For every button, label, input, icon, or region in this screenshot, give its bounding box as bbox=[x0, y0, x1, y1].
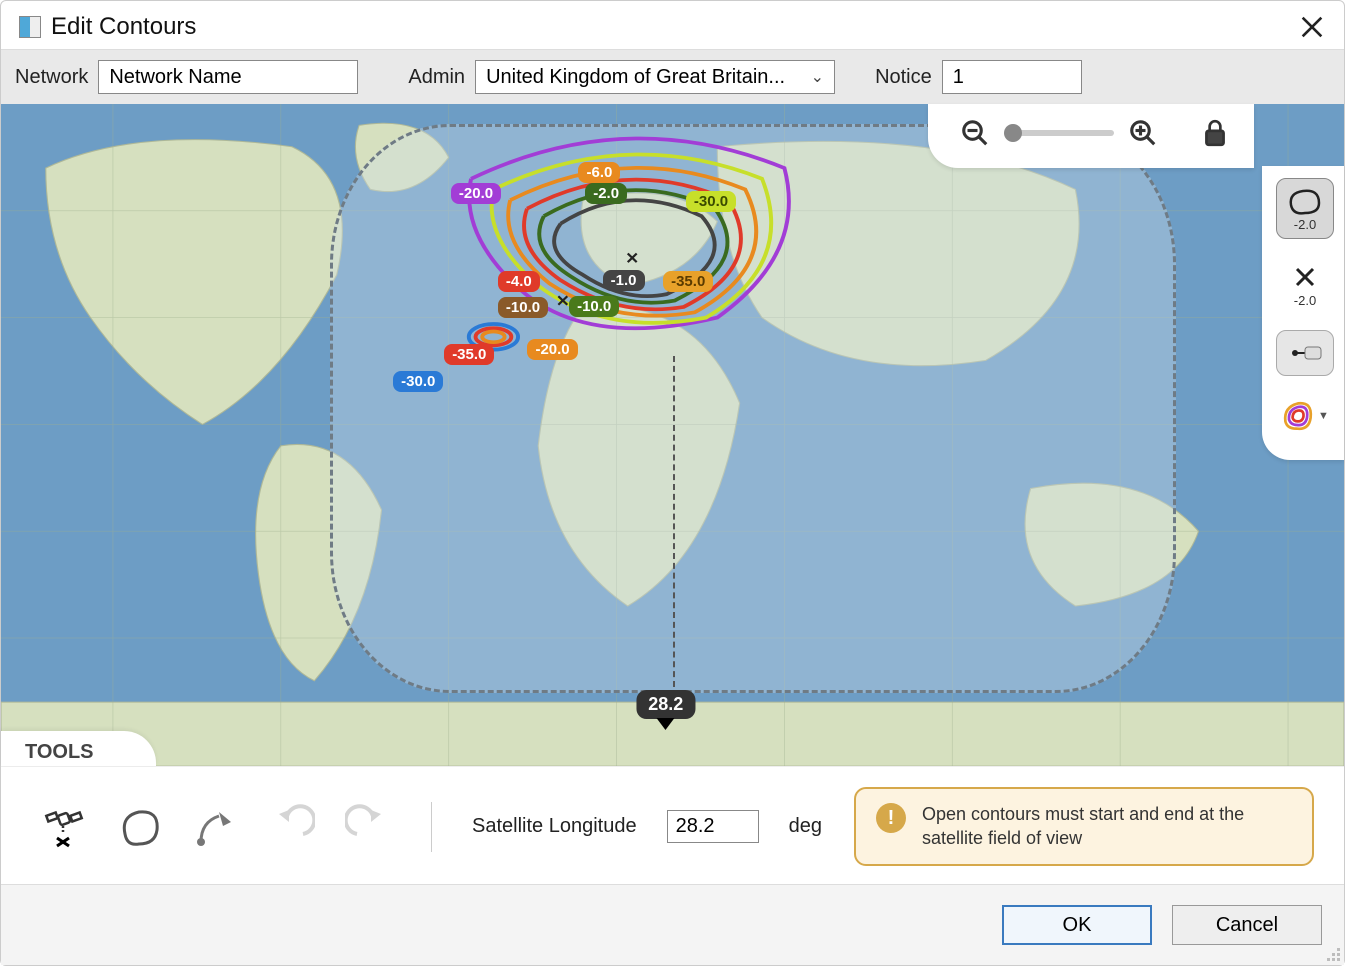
cancel-button[interactable]: Cancel bbox=[1172, 905, 1322, 945]
edit-point-tool-button[interactable] bbox=[193, 804, 239, 850]
map-area[interactable]: -20.0-6.0-2.0-30.0-4.0-1.0-35.0-10.0-10.… bbox=[1, 104, 1344, 766]
chevron-down-icon: ⌄ bbox=[811, 67, 824, 87]
contour-label[interactable]: -6.0 bbox=[578, 162, 620, 183]
label-toggle-button[interactable] bbox=[1276, 330, 1334, 376]
contour-curves bbox=[1, 104, 1344, 766]
dropdown-triangle-icon: ▼ bbox=[1318, 410, 1329, 422]
satellite-tool-button[interactable] bbox=[41, 804, 87, 850]
zoom-out-icon[interactable] bbox=[960, 118, 990, 148]
contour-label[interactable]: -35.0 bbox=[444, 344, 494, 365]
dialog-footer: OK Cancel bbox=[1, 884, 1344, 965]
resize-grip-icon[interactable] bbox=[1324, 945, 1340, 961]
close-icon[interactable] bbox=[1298, 13, 1326, 41]
warning-banner: ! Open contours must start and end at th… bbox=[854, 787, 1314, 866]
marker-triangle-icon bbox=[657, 718, 675, 730]
network-label: Network bbox=[15, 66, 88, 89]
notice-input[interactable] bbox=[942, 60, 1082, 94]
cross-point-button[interactable]: -2.0 bbox=[1276, 255, 1334, 314]
redo-button[interactable] bbox=[345, 804, 391, 850]
contour-style-button[interactable]: ▼ bbox=[1276, 392, 1334, 440]
network-input[interactable] bbox=[98, 60, 358, 94]
zoom-panel bbox=[928, 104, 1254, 168]
tools-panel-title: TOOLS bbox=[1, 731, 156, 766]
header-fields: Network Admin United Kingdom of Great Br… bbox=[1, 49, 1344, 104]
undo-button[interactable] bbox=[269, 804, 315, 850]
window-title: Edit Contours bbox=[51, 13, 1298, 41]
zoom-in-icon[interactable] bbox=[1128, 118, 1158, 148]
notice-label: Notice bbox=[875, 66, 932, 89]
satellite-longitude-input[interactable] bbox=[667, 810, 759, 843]
satellite-longitude-value: 28.2 bbox=[636, 690, 695, 719]
contour-label[interactable]: -35.0 bbox=[663, 271, 713, 292]
contour-label[interactable]: -30.0 bbox=[393, 371, 443, 392]
tools-panel: Satellite Longitude deg ! Open contours … bbox=[1, 766, 1344, 884]
zoom-slider[interactable] bbox=[1004, 130, 1114, 136]
draw-contour-tool-button[interactable] bbox=[117, 804, 163, 850]
longitude-unit: deg bbox=[789, 815, 822, 838]
separator bbox=[431, 802, 432, 852]
ok-button[interactable]: OK bbox=[1002, 905, 1152, 945]
contour-label[interactable]: -30.0 bbox=[686, 191, 736, 212]
contour-label[interactable]: -2.0 bbox=[585, 183, 627, 204]
contour-label[interactable]: -4.0 bbox=[498, 271, 540, 292]
lock-icon[interactable] bbox=[1202, 118, 1228, 148]
admin-select[interactable]: United Kingdom of Great Britain... ⌄ bbox=[475, 60, 835, 94]
side-tools: -2.0 -2.0 ▼ bbox=[1262, 166, 1344, 460]
warning-message: Open contours must start and end at the … bbox=[922, 803, 1292, 850]
titlebar: Edit Contours bbox=[1, 1, 1344, 49]
admin-value: United Kingdom of Great Britain... bbox=[486, 66, 785, 89]
contour-label[interactable]: -10.0 bbox=[498, 297, 548, 318]
contour-level-value: -2.0 bbox=[1294, 217, 1316, 232]
contour-label[interactable]: -20.0 bbox=[527, 339, 577, 360]
satellite-longitude-label: Satellite Longitude bbox=[472, 815, 637, 838]
contour-label[interactable]: -20.0 bbox=[451, 183, 501, 204]
contour-label[interactable]: -1.0 bbox=[603, 270, 645, 291]
cross-point-value: -2.0 bbox=[1294, 293, 1316, 308]
app-icon bbox=[19, 16, 41, 38]
warning-icon: ! bbox=[876, 803, 906, 833]
satellite-longitude-marker[interactable]: 28.2 bbox=[636, 690, 695, 730]
contour-label[interactable]: -10.0 bbox=[569, 296, 619, 317]
contour-level-button[interactable]: -2.0 bbox=[1276, 178, 1334, 239]
admin-label: Admin bbox=[408, 66, 465, 89]
